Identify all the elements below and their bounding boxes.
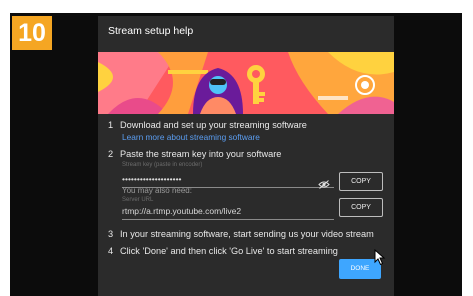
step-4-text: Click 'Done' and then click 'Go Live' to…	[120, 246, 338, 256]
step-1-text: Download and set up your streaming softw…	[120, 120, 307, 130]
streaming-software-link[interactable]: Learn more about streaming software	[122, 132, 260, 142]
stream-setup-dialog: Stream setup help 1 Download and set up y…	[98, 16, 394, 296]
step-2: 2 Paste the stream key into your software	[108, 149, 281, 159]
step-number-badge: 10	[12, 16, 52, 50]
mouse-cursor-icon	[374, 249, 386, 266]
step-2-text: Paste the stream key into your software	[120, 149, 282, 159]
copy-server-url-button[interactable]: COPY	[339, 198, 383, 217]
stream-key-label: Stream key (paste in encoder)	[122, 162, 203, 168]
also-need-text: You may also need:	[122, 186, 192, 195]
step-2-number: 2	[108, 149, 114, 159]
server-url-label: Server URL	[122, 197, 154, 203]
illustration-banner	[98, 52, 394, 114]
server-url-field[interactable]: rtmp://a.rtmp.youtube.com/live2	[122, 206, 334, 220]
step-3-text: In your streaming software, start sendin…	[120, 229, 374, 239]
step-3-number: 3	[108, 229, 114, 239]
step-4-number: 4	[108, 246, 114, 256]
step-1: 1 Download and set up your streaming soft…	[108, 120, 307, 130]
copy-stream-key-button[interactable]: COPY	[339, 172, 383, 191]
step-3: 3 In your streaming software, start sendi…	[108, 229, 374, 239]
step-4: 4 Click 'Done' and then click 'Go Live' t…	[108, 246, 338, 256]
step-1-number: 1	[108, 120, 114, 130]
dialog-title: Stream setup help	[108, 25, 194, 37]
eye-off-icon[interactable]	[318, 180, 330, 189]
